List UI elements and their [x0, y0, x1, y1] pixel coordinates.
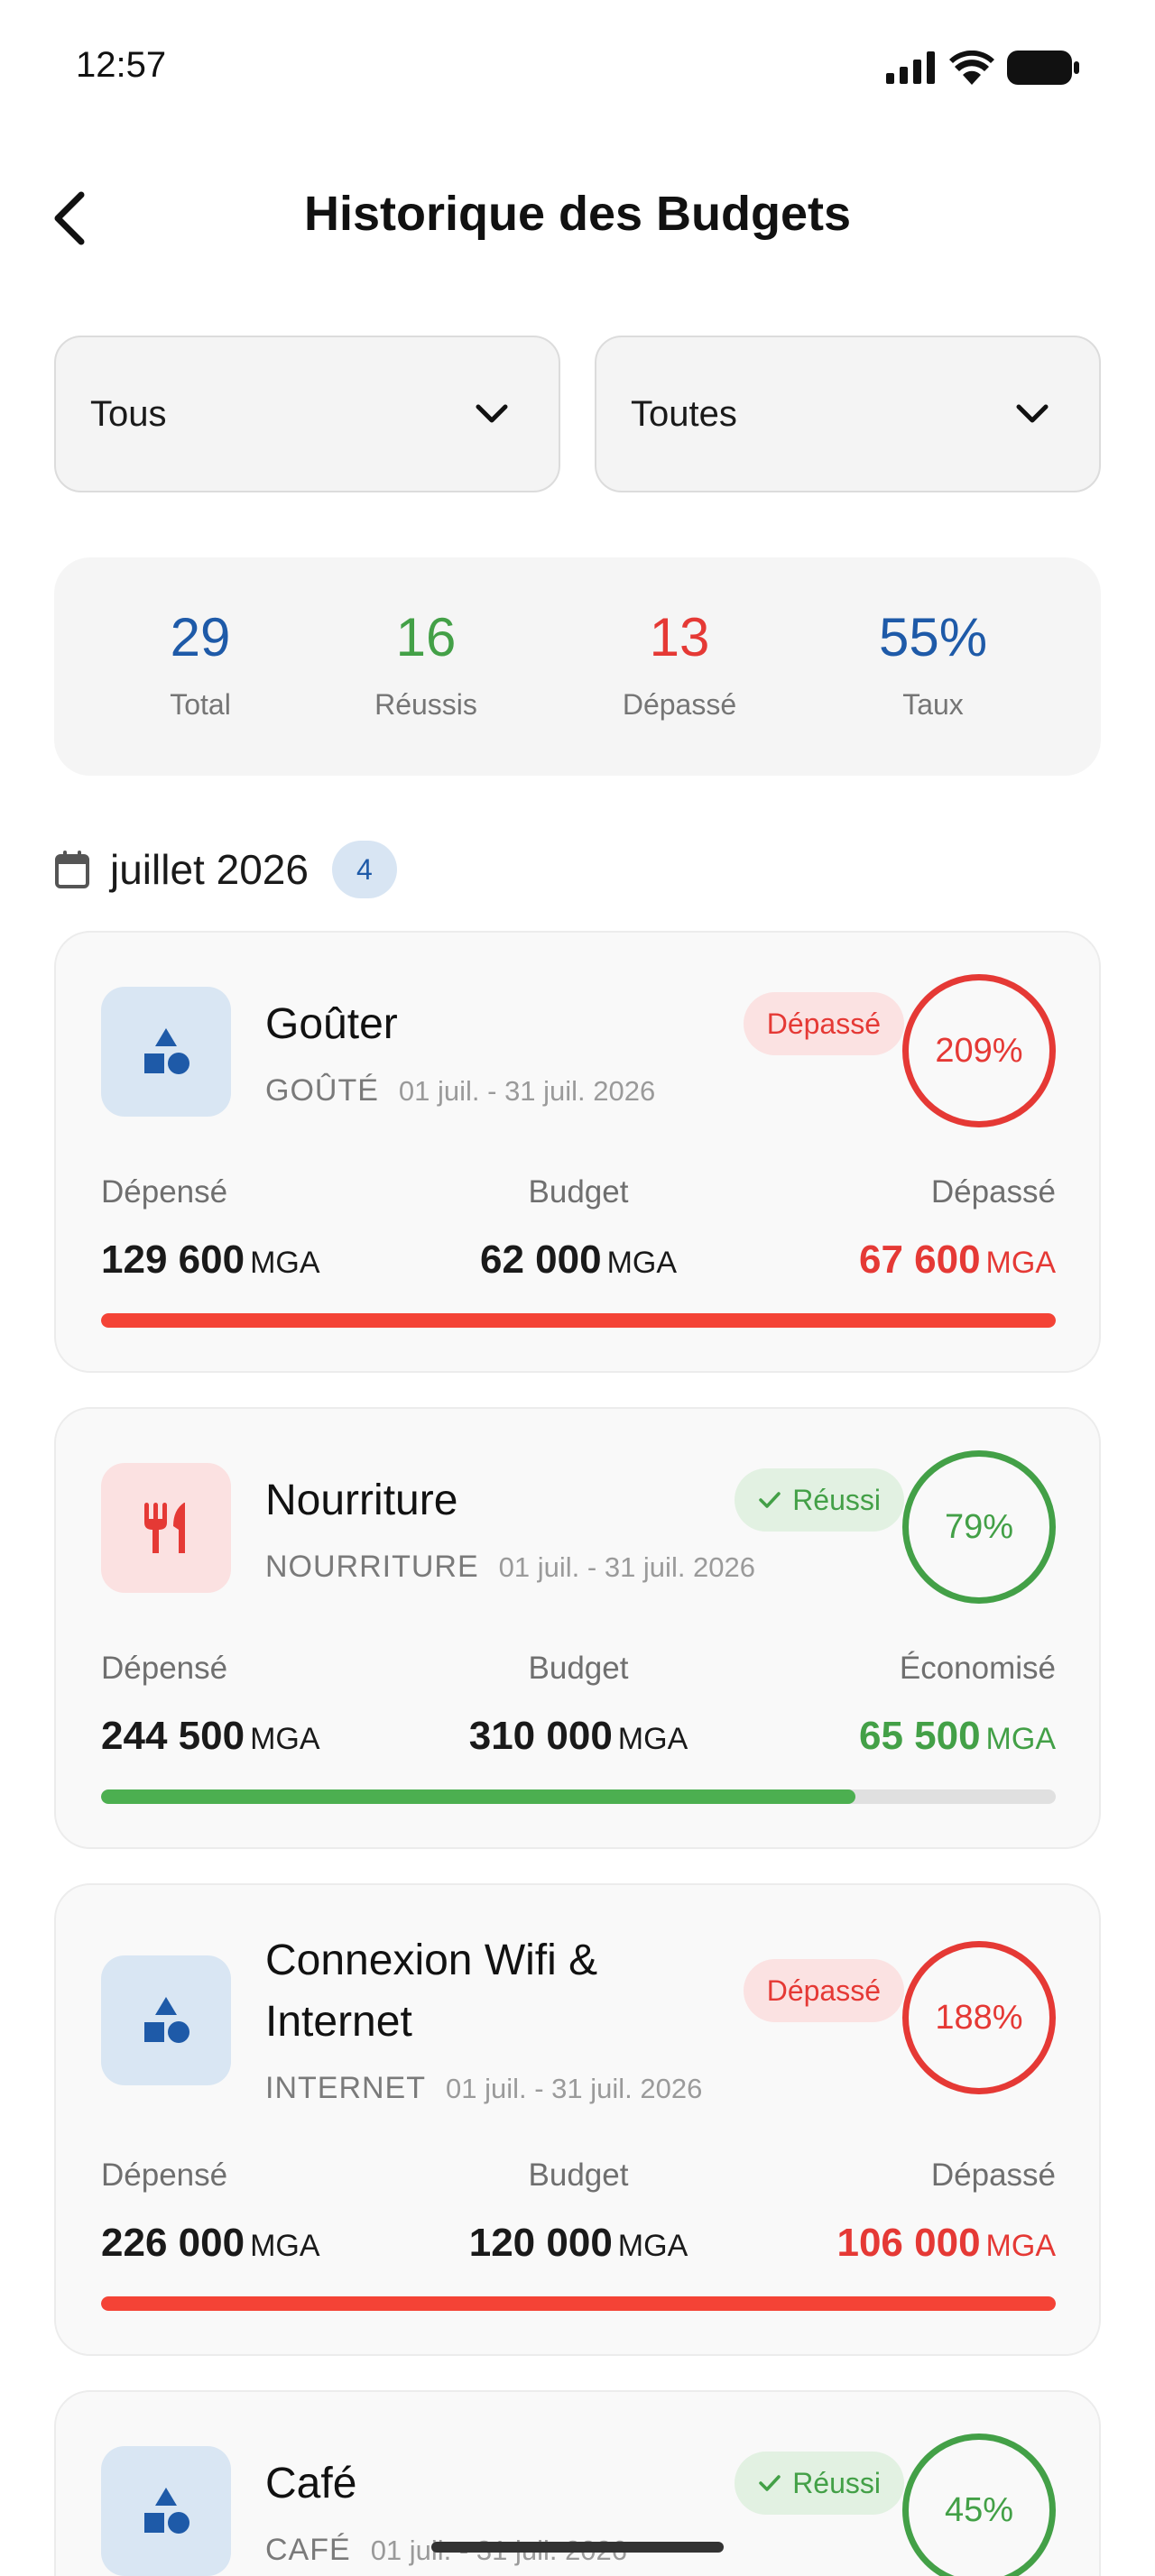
month-header: juillet 2026 4: [54, 841, 397, 898]
percent-value: 209%: [935, 1031, 1023, 1070]
check-icon: [759, 2475, 781, 2491]
budget-name: Café: [265, 2460, 357, 2507]
status-badge-label: Dépassé: [766, 1973, 881, 2007]
month-label: juillet 2026: [110, 846, 309, 893]
diff-label: Économisé: [899, 1651, 1056, 1686]
budget-meta: GOÛTÉ 01 juil. - 31 juil. 2026: [265, 1073, 655, 1109]
budget-card[interactable]: Connexion Wifi & Internet INTERNET 01 jui…: [54, 1883, 1101, 2356]
shapes-icon: [144, 1028, 189, 1074]
category-filter-value: Toutes: [631, 393, 737, 434]
budget-card[interactable]: Goûter GOÛTÉ 01 juil. - 31 juil. 2026 Dép…: [54, 931, 1101, 1373]
percent-value: 188%: [935, 1998, 1023, 2037]
check-icon: [759, 1492, 781, 1508]
shapes-icon: [144, 2488, 189, 2534]
budget-category-code: CAFÉ: [265, 2533, 351, 2567]
progress-fill: [101, 2296, 1056, 2311]
status-icons: [886, 51, 1079, 85]
chevron-down-icon: [1016, 404, 1049, 423]
diff-column: Économisé 65 500 MGA: [859, 1651, 1056, 1759]
cellular-signal-icon: [886, 51, 935, 84]
stat-rate-label: Taux: [902, 688, 964, 721]
stat-exceeded-value: 13: [649, 607, 710, 667]
status-bar: 12:57: [0, 0, 1155, 135]
diff-value: 67 600 MGA: [858, 1237, 1056, 1282]
calendar-icon: [55, 851, 89, 888]
percent-ring: 45%: [902, 2433, 1056, 2576]
percent-ring: 79%: [902, 1450, 1056, 1604]
budget-card[interactable]: Nourriture NOURRITURE 01 juil. - 31 juil.…: [54, 1407, 1101, 1849]
progress-bar: [101, 1313, 1056, 1328]
diff-column: Dépassé 106 000 MGA: [836, 2157, 1056, 2266]
month-count-badge: 4: [331, 841, 397, 898]
status-badge-label: Réussi: [792, 1483, 881, 1516]
category-icon-container: [101, 1463, 231, 1593]
stat-rate-value: 55%: [878, 607, 988, 667]
stat-success: 16 Réussis: [318, 606, 534, 722]
stat-rate: 55% Taux: [825, 606, 1041, 722]
progress-fill: [101, 1313, 1056, 1328]
budget-name: Connexion Wifi & Internet: [265, 1937, 598, 2046]
status-badge: Dépassé: [743, 1959, 904, 2022]
percent-ring: 209%: [902, 974, 1056, 1127]
diff-value: 106 000 MGA: [836, 2221, 1056, 2265]
stats-summary: 29 Total 16 Réussis 13 Dépassé 55% Taux: [54, 557, 1101, 776]
top-app-bar: Historique des Budgets: [0, 171, 1155, 262]
progress-fill: [101, 1789, 855, 1804]
budget-name: Goûter: [265, 1000, 398, 1048]
status-badge: Dépassé: [743, 992, 904, 1055]
budget-category-code: GOÛTÉ: [265, 1073, 379, 1108]
status-filter-value: Tous: [90, 393, 167, 434]
category-icon-container: [101, 1955, 231, 2085]
utensils-icon: [144, 1503, 185, 1553]
status-badge: Réussi: [735, 2452, 904, 2515]
percent-ring: 188%: [902, 1941, 1056, 2094]
page-title: Historique des Budgets: [303, 187, 852, 241]
budget-name: Nourriture: [265, 1477, 458, 1524]
category-icon-container: [101, 2446, 231, 2576]
budget-period: 01 juil. - 31 juil. 2026: [498, 1551, 756, 1583]
status-badge-label: Dépassé: [766, 1007, 881, 1040]
diff-value: 65 500 MGA: [858, 1714, 1056, 1758]
budget-meta: NOURRITURE 01 juil. - 31 juil. 2026: [265, 1550, 755, 1585]
diff-label: Dépassé: [930, 1174, 1056, 1210]
wifi-icon: [949, 51, 994, 85]
percent-value: 79%: [944, 1507, 1014, 1546]
budget-category-code: INTERNET: [265, 2071, 426, 2105]
progress-bar: [101, 1789, 1056, 1804]
status-filter-dropdown[interactable]: Tous: [54, 336, 560, 492]
status-time: 12:57: [76, 45, 167, 85]
status-badge: Réussi: [735, 1468, 904, 1532]
category-filter-dropdown[interactable]: Toutes: [595, 336, 1101, 492]
budget-period: 01 juil. - 31 juil. 2026: [398, 1075, 656, 1107]
budget-category-code: NOURRITURE: [265, 1550, 479, 1584]
stat-success-value: 16: [395, 607, 457, 667]
stat-success-label: Réussis: [374, 688, 477, 721]
shapes-icon: [144, 1997, 189, 2043]
stat-total-value: 29: [170, 607, 231, 667]
chevron-down-icon: [476, 404, 508, 423]
percent-value: 45%: [944, 2490, 1014, 2529]
progress-bar: [101, 2296, 1056, 2311]
stat-exceeded: 13 Dépassé: [571, 606, 788, 722]
diff-column: Dépassé 67 600 MGA: [859, 1174, 1056, 1283]
budget-meta: INTERNET 01 juil. - 31 juil. 2026: [265, 2071, 702, 2106]
budget-period: 01 juil. - 31 juil. 2026: [446, 2073, 703, 2104]
filter-bar: Tous Toutes: [54, 336, 1101, 492]
stat-total: 29 Total: [92, 606, 309, 722]
status-badge-label: Réussi: [792, 2466, 881, 2499]
diff-label: Dépassé: [930, 2157, 1056, 2193]
home-indicator: [431, 2542, 724, 2553]
category-icon-container: [101, 987, 231, 1117]
stat-total-label: Total: [170, 688, 231, 721]
battery-icon: [1007, 51, 1079, 85]
stat-exceeded-label: Dépassé: [622, 688, 737, 721]
